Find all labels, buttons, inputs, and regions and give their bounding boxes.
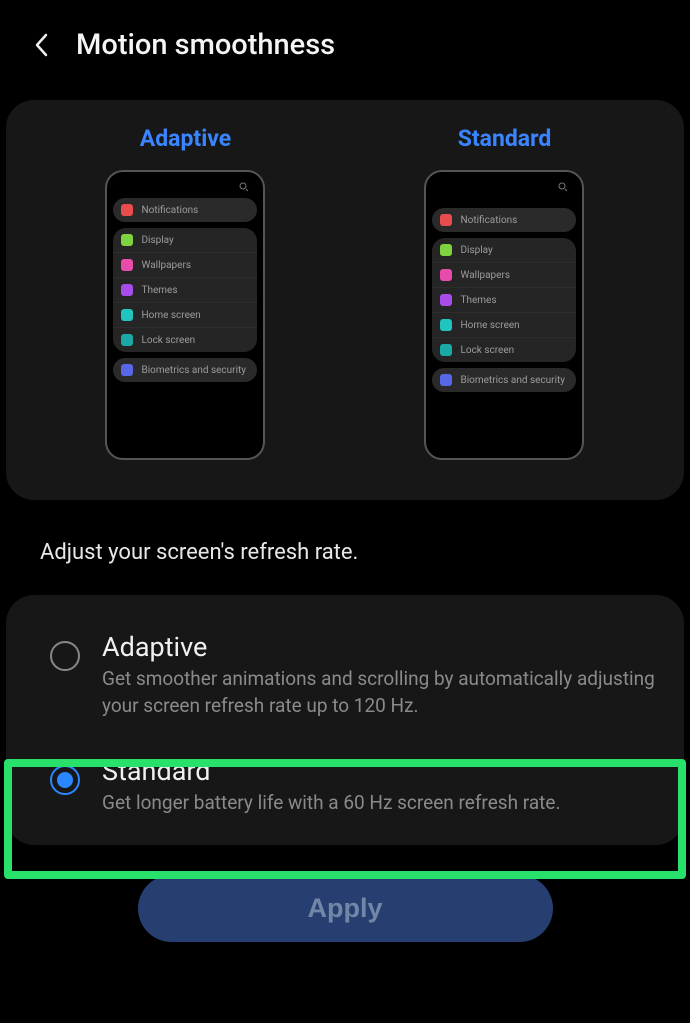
preview-label-standard: Standard <box>458 125 552 152</box>
option-title: Adaptive <box>102 631 656 663</box>
wallpaper-icon <box>440 269 452 281</box>
search-icon <box>239 182 249 192</box>
option-text: Adaptive Get smoother animations and scr… <box>102 631 656 719</box>
mock-row: Lock screen <box>432 338 576 362</box>
option-standard[interactable]: Standard Get longer battery life with a … <box>6 745 684 845</box>
mock-row: Notifications <box>432 208 576 232</box>
shield-icon <box>440 374 452 386</box>
option-adaptive[interactable]: Adaptive Get smoother animations and scr… <box>6 621 684 745</box>
options-card: Adaptive Get smoother animations and scr… <box>6 595 684 845</box>
preview-label-adaptive: Adaptive <box>140 125 231 152</box>
home-icon <box>121 309 133 321</box>
home-icon <box>440 319 452 331</box>
phone-mock-standard: Notifications Display Wallpapers Themes … <box>424 170 584 460</box>
shield-icon <box>121 364 133 376</box>
radio-adaptive[interactable] <box>50 641 80 671</box>
lock-icon <box>440 344 452 356</box>
mock-row: Display <box>113 228 257 253</box>
mock-row: Biometrics and security <box>113 358 257 382</box>
mock-row: Wallpapers <box>432 263 576 288</box>
mock-group: Display Wallpapers Themes Home screen Lo… <box>432 238 576 362</box>
section-description: Adjust your screen's refresh rate. <box>0 500 690 595</box>
mock-row: Biometrics and security <box>432 368 576 392</box>
apply-row: Apply <box>0 845 690 942</box>
mock-row: Notifications <box>113 198 257 222</box>
mock-row: Themes <box>432 288 576 313</box>
themes-icon <box>440 294 452 306</box>
mock-row: Home screen <box>432 313 576 338</box>
back-button[interactable] <box>30 33 54 57</box>
display-icon <box>440 244 452 256</box>
radio-standard[interactable] <box>50 765 80 795</box>
notification-icon <box>440 214 452 226</box>
preview-standard[interactable]: Standard Notifications Display Wallpaper… <box>351 125 657 460</box>
mock-row: Lock screen <box>113 328 257 352</box>
mock-row: Home screen <box>113 303 257 328</box>
mock-row: Wallpapers <box>113 253 257 278</box>
chevron-left-icon <box>32 31 52 59</box>
option-desc: Get longer battery life with a 60 Hz scr… <box>102 790 656 817</box>
search-icon <box>558 182 568 192</box>
mock-row: Display <box>432 238 576 263</box>
lock-icon <box>121 334 133 346</box>
mock-group: Display Wallpapers Themes Home screen Lo… <box>113 228 257 352</box>
themes-icon <box>121 284 133 296</box>
mock-row: Themes <box>113 278 257 303</box>
phone-mock-adaptive: Notifications Display Wallpapers Themes … <box>105 170 265 460</box>
header: Motion smoothness <box>0 0 690 90</box>
preview-adaptive[interactable]: Adaptive Notifications Display Wallpaper… <box>32 125 338 460</box>
display-icon <box>121 234 133 246</box>
notification-icon <box>121 204 133 216</box>
option-text: Standard Get longer battery life with a … <box>102 755 656 817</box>
option-title: Standard <box>102 755 656 787</box>
option-desc: Get smoother animations and scrolling by… <box>102 666 656 719</box>
apply-button[interactable]: Apply <box>138 875 553 942</box>
preview-card: Adaptive Notifications Display Wallpaper… <box>6 100 684 500</box>
wallpaper-icon <box>121 259 133 271</box>
page-title: Motion smoothness <box>76 28 335 62</box>
